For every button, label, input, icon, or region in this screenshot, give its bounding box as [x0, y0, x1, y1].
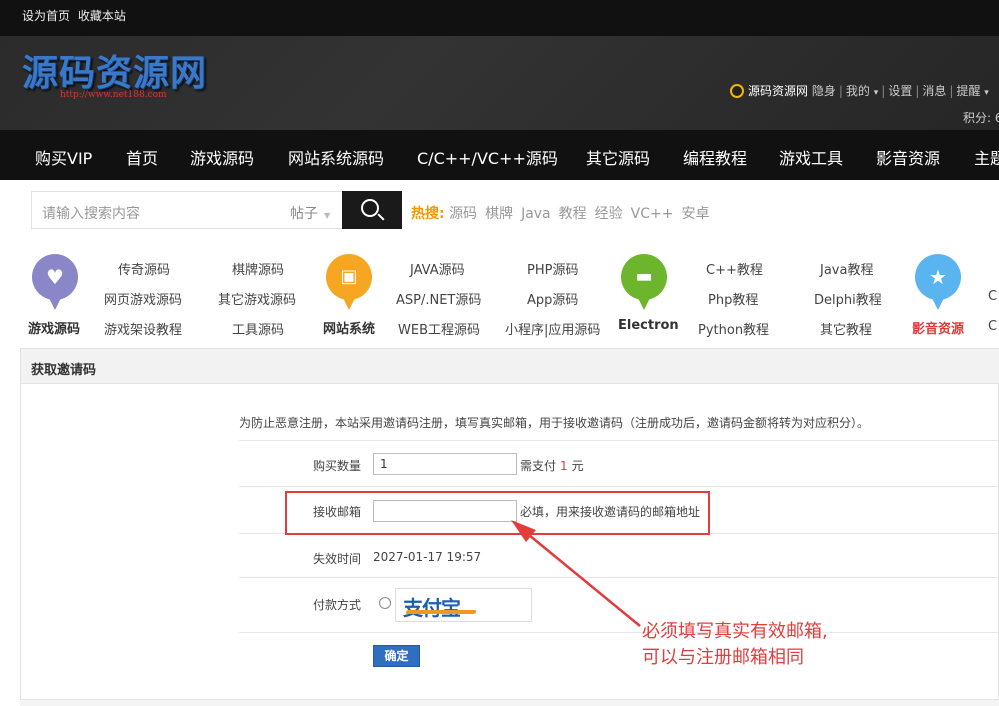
- category-link[interactable]: Php教程: [708, 289, 758, 308]
- points-display[interactable]: 积分: 6: [963, 109, 999, 126]
- search-input[interactable]: 请输入搜索内容 帖子 ▼: [31, 191, 343, 229]
- hot-word[interactable]: 棋牌: [485, 206, 513, 222]
- user-bar: 源码资源网 隐身 | 我的 ▾ | 设置 | 消息 | 提醒 ▾: [730, 82, 989, 99]
- search-button[interactable]: [342, 191, 402, 229]
- hot-word[interactable]: Java: [521, 206, 551, 222]
- alipay-swoosh-icon: [405, 610, 477, 614]
- category-link[interactable]: 游戏架设教程: [104, 319, 182, 338]
- divider: [239, 440, 999, 441]
- category-link[interactable]: JAVA源码: [410, 259, 465, 278]
- logo-url: http://www.net188.com: [60, 90, 167, 100]
- nav-media[interactable]: 影音资源: [876, 145, 940, 169]
- category-link[interactable]: 棋牌源码: [232, 259, 284, 278]
- nav-tutorials[interactable]: 编程教程: [683, 145, 747, 169]
- nav-other-source[interactable]: 其它源码: [586, 145, 650, 169]
- category-link[interactable]: 网页游戏源码: [104, 289, 182, 308]
- nav-website-source[interactable]: 网站系统源码: [288, 145, 384, 169]
- nav-game-tools[interactable]: 游戏工具: [779, 145, 843, 169]
- alipay-logo: 支付宝: [403, 596, 461, 620]
- expire-value: 2027-01-17 19:57: [373, 550, 482, 564]
- caret-down-icon: ▼: [324, 211, 331, 220]
- hot-search-label: 热搜:: [411, 206, 445, 222]
- qq-penguin-icon: [730, 84, 744, 98]
- annotation-text: 必须填写真实有效邮箱, 可以与注册邮箱相同: [642, 621, 828, 668]
- category-link[interactable]: WEB工程源码: [398, 319, 480, 338]
- category-link[interactable]: Java教程: [820, 259, 873, 278]
- category-link[interactable]: C: [988, 319, 997, 334]
- main-nav: 购买VIP 首页 游戏源码 网站系统源码 C/C++/VC++源码 其它源码 编…: [0, 130, 999, 180]
- divider: [239, 632, 999, 633]
- category-link[interactable]: 其它教程: [820, 319, 872, 338]
- settings-link[interactable]: 设置: [888, 84, 912, 98]
- category-title-electron[interactable]: Electron: [618, 318, 679, 333]
- hot-search: 热搜: 源码 棋牌 Java 教程 经验 VC++ 安卓: [411, 203, 717, 223]
- messages-link[interactable]: 消息: [922, 84, 946, 98]
- category-link[interactable]: C++教程: [706, 259, 763, 278]
- nav-buy-vip[interactable]: 购买VIP: [35, 145, 92, 169]
- category-link[interactable]: PHP源码: [527, 259, 578, 278]
- hot-word[interactable]: 教程: [559, 206, 587, 222]
- quantity-label: 购买数量: [313, 459, 362, 473]
- category-title-games[interactable]: 游戏源码: [28, 318, 80, 337]
- search-row: 请输入搜索内容 帖子 ▼ 热搜: 源码 棋牌 Java 教程 经验 VC++ 安卓: [0, 180, 999, 242]
- alipay-option[interactable]: 支付宝: [395, 588, 532, 622]
- divider: [239, 577, 999, 578]
- hot-word[interactable]: 经验: [595, 206, 623, 222]
- category-link[interactable]: 工具源码: [232, 319, 284, 338]
- email-highlight-box: [285, 491, 710, 535]
- hot-word[interactable]: 源码: [449, 206, 477, 222]
- hot-word[interactable]: VC++: [631, 206, 674, 222]
- caret-down-icon: ▾: [984, 88, 989, 98]
- site-logo[interactable]: 源码资源网: [22, 44, 207, 96]
- category-link[interactable]: Delphi教程: [814, 289, 882, 308]
- search-icon: [361, 199, 379, 217]
- reminders-menu[interactable]: 提醒 ▾: [956, 84, 988, 98]
- category-title-websites[interactable]: 网站系统: [323, 318, 375, 337]
- category-link[interactable]: C: [988, 289, 997, 304]
- nav-themes[interactable]: 主题: [974, 145, 999, 169]
- invisible-toggle[interactable]: 隐身: [812, 84, 836, 98]
- payment-amount: 需支付 1 元: [520, 459, 584, 473]
- page-bottom: [20, 700, 999, 706]
- category-link[interactable]: 传奇源码: [118, 259, 170, 278]
- category-panel: ♥ 游戏源码 传奇源码 棋牌源码 网页游戏源码 其它游戏源码 游戏架设教程 工具…: [0, 242, 999, 344]
- search-placeholder: 请输入搜索内容: [42, 206, 140, 222]
- hot-word[interactable]: 安卓: [681, 206, 709, 222]
- expire-label: 失效时间: [313, 552, 362, 566]
- notice-text: 为防止恶意注册，本站采用邀请码注册，填写真实邮箱，用于接收邀请码（注册成功后，邀…: [239, 416, 870, 430]
- panel-header: 获取邀请码: [21, 349, 999, 384]
- my-menu[interactable]: 我的 ▾: [846, 84, 878, 98]
- nav-cpp-source[interactable]: C/C++/VC++源码: [417, 145, 558, 169]
- username-link[interactable]: 源码资源网: [748, 84, 808, 98]
- set-homepage-link[interactable]: 设为首页: [22, 9, 70, 23]
- category-link[interactable]: App源码: [527, 289, 578, 308]
- quantity-input[interactable]: 1: [373, 453, 517, 475]
- caret-down-icon: ▾: [873, 88, 879, 98]
- category-link[interactable]: ASP/.NET源码: [396, 289, 481, 308]
- category-link[interactable]: 小程序|应用源码: [505, 319, 600, 338]
- category-link[interactable]: Python教程: [698, 319, 769, 338]
- nav-game-source[interactable]: 游戏源码: [190, 145, 254, 169]
- confirm-button[interactable]: 确定: [373, 645, 420, 667]
- payment-method-label: 付款方式: [313, 598, 362, 612]
- nav-home[interactable]: 首页: [126, 145, 158, 169]
- search-scope-select[interactable]: 帖子 ▼: [290, 203, 330, 223]
- panel-title: 获取邀请码: [31, 363, 97, 378]
- site-header: 源码资源网 http://www.net188.com 源码资源网 隐身 | 我的 …: [0, 36, 999, 130]
- top-bar: 设为首页 收藏本站: [0, 0, 999, 36]
- divider: [239, 486, 999, 487]
- alipay-radio[interactable]: [379, 597, 391, 609]
- category-title-media[interactable]: 影音资源: [912, 318, 964, 337]
- bookmark-link[interactable]: 收藏本站: [78, 9, 126, 23]
- category-link[interactable]: 其它游戏源码: [218, 289, 296, 308]
